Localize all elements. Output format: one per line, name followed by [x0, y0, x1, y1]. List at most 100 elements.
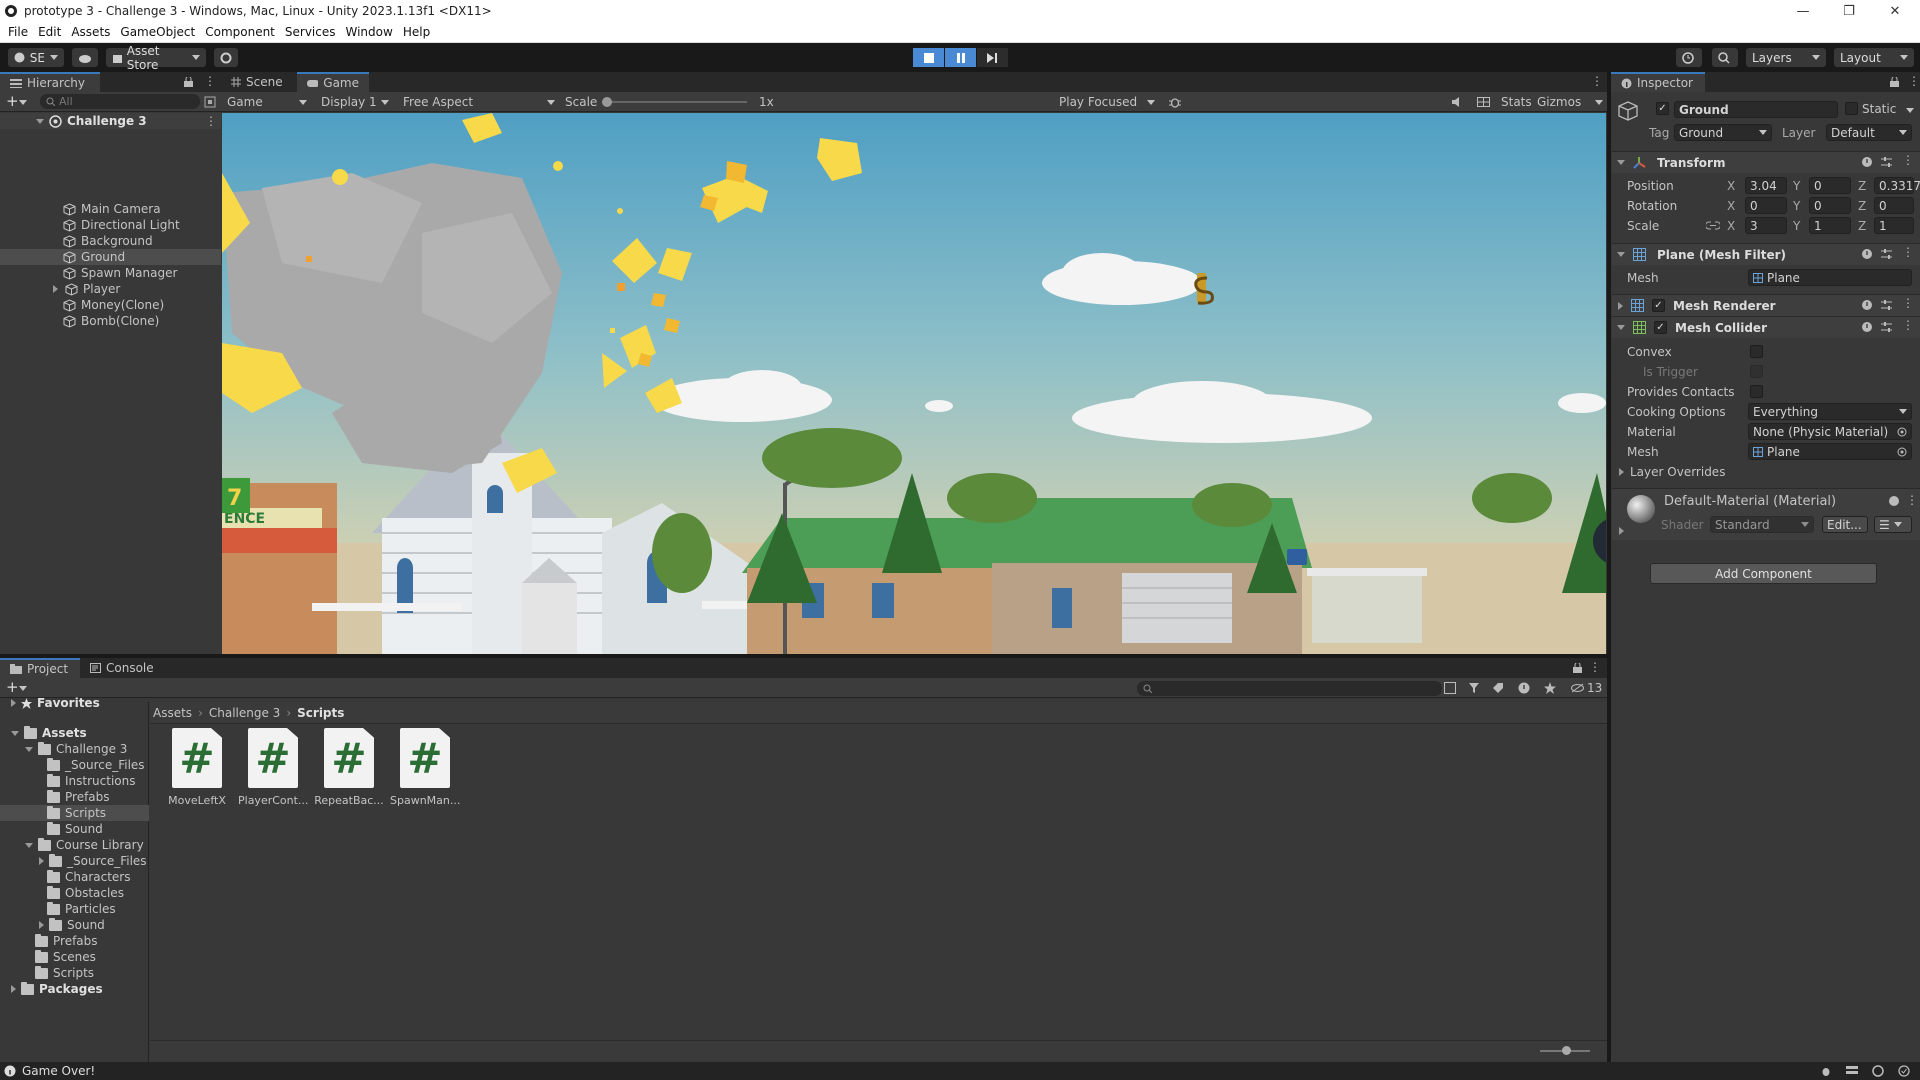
shader-options-button[interactable]: ☰ — [1874, 516, 1912, 533]
expand-arrow-icon[interactable] — [53, 285, 58, 293]
scale-x-field[interactable]: 3 — [1745, 217, 1787, 234]
object-name-field[interactable]: Ground — [1674, 101, 1838, 118]
tab-scene[interactable]: Scene — [221, 72, 297, 92]
menu-services[interactable]: Services — [285, 25, 336, 39]
hierarchy-item[interactable]: Directional Light — [0, 217, 221, 233]
component-kebab-icon[interactable]: ⋮ — [1902, 318, 1914, 332]
material-kebab-icon[interactable]: ⋮ — [1906, 493, 1918, 507]
hidden-packages-icon[interactable] — [1571, 683, 1584, 693]
hierarchy-item[interactable]: Background — [0, 233, 221, 249]
hierarchy-item[interactable]: Spawn Manager — [0, 265, 221, 281]
gizmos-button[interactable]: Gizmos — [1537, 95, 1581, 109]
menu-help[interactable]: Help — [403, 25, 430, 39]
filter-by-label-icon[interactable] — [1468, 682, 1480, 694]
breadcrumb-scripts[interactable]: Scripts — [297, 706, 344, 720]
project-tree-item[interactable]: Sound — [0, 821, 149, 837]
mesh-renderer-header[interactable]: ✓ Mesh Renderer — [1612, 294, 1920, 316]
tab-inspector[interactable]: Inspector — [1611, 72, 1705, 92]
project-tree-item[interactable]: Course Library — [0, 837, 149, 853]
expand-arrow-icon[interactable] — [25, 746, 33, 752]
project-kebab-icon[interactable]: ⋮ — [1589, 660, 1601, 674]
project-tree-item[interactable]: Favorites — [0, 695, 149, 711]
hierarchy-item[interactable]: Money(Clone) — [0, 297, 221, 313]
help-icon[interactable] — [1889, 496, 1899, 506]
component-kebab-icon[interactable]: ⋮ — [1902, 153, 1914, 167]
scale-slider-thumb[interactable] — [602, 97, 612, 107]
aspect-dropdown[interactable]: Free Aspect — [399, 94, 559, 110]
game-kebab-icon[interactable]: ⋮ — [1591, 74, 1603, 88]
mesh-collider-checkbox[interactable]: ✓ — [1654, 321, 1667, 334]
play-button[interactable] — [913, 48, 944, 67]
project-tree-item[interactable]: Sound — [0, 917, 149, 933]
physic-material-field[interactable]: None (Physic Material) — [1748, 423, 1912, 440]
tab-hierarchy[interactable]: Hierarchy — [0, 72, 100, 92]
hierarchy-item[interactable]: Ground — [0, 249, 221, 265]
tag-icon[interactable] — [1492, 682, 1504, 694]
play-focus-dropdown[interactable]: Play Focused — [1055, 94, 1159, 110]
scale-z-field[interactable]: 1 — [1874, 217, 1914, 234]
search-button[interactable] — [1712, 48, 1738, 67]
project-tree-item[interactable]: Particles — [0, 901, 149, 917]
project-tree-item[interactable]: _Source_Files — [0, 757, 149, 773]
cloud-button[interactable] — [72, 48, 98, 67]
help-icon[interactable] — [1862, 322, 1872, 332]
tab-console[interactable]: Console — [80, 658, 166, 678]
expand-arrow-icon[interactable] — [11, 699, 16, 707]
minimize-icon[interactable]: — — [1780, 0, 1826, 22]
cooking-options-dropdown[interactable]: Everything — [1748, 403, 1912, 420]
favorite-star-icon[interactable] — [1544, 682, 1556, 694]
create-asset-plus-icon[interactable]: + — [6, 678, 19, 696]
project-tree-item[interactable]: Obstacles — [0, 885, 149, 901]
help-icon[interactable] — [1862, 249, 1872, 259]
scale-y-field[interactable]: 1 — [1809, 217, 1851, 234]
component-kebab-icon[interactable]: ⋮ — [1902, 296, 1914, 310]
layers-dropdown[interactable]: Layers — [1746, 48, 1826, 67]
mesh-renderer-checkbox[interactable]: ✓ — [1652, 299, 1665, 312]
presets-sliders-icon[interactable] — [1881, 157, 1892, 167]
hierarchy-item[interactable]: Bomb(Clone) — [0, 313, 221, 329]
object-picker-icon[interactable] — [1897, 447, 1907, 457]
layer-overrides-foldout[interactable]: Layer Overrides — [1619, 465, 1725, 479]
create-plus-icon[interactable]: + — [6, 92, 19, 110]
layout-dropdown[interactable]: Layout — [1834, 48, 1914, 67]
project-tree-item[interactable]: Assets — [0, 725, 149, 741]
rotation-y-field[interactable]: 0 — [1809, 197, 1851, 214]
lock-icon[interactable] — [184, 77, 193, 87]
edit-shader-button[interactable]: Edit... — [1822, 516, 1868, 533]
status-message[interactable]: Game Over! — [22, 1064, 95, 1078]
checkmark-circle-icon[interactable] — [1898, 1065, 1910, 1077]
collider-mesh-field[interactable]: Plane — [1748, 443, 1912, 460]
tab-project[interactable]: Project — [0, 658, 80, 678]
component-kebab-icon[interactable]: ⋮ — [1902, 245, 1914, 259]
close-icon[interactable]: ✕ — [1872, 0, 1918, 22]
help-icon[interactable] — [1862, 157, 1872, 167]
mesh-filter-header[interactable]: Plane (Mesh Filter) — [1612, 243, 1920, 265]
project-tree-item[interactable]: Instructions — [0, 773, 149, 789]
warning-filter-icon[interactable] — [1518, 682, 1530, 694]
breadcrumb-assets[interactable]: Assets — [153, 706, 192, 720]
asset-store-button[interactable]: Asset Store — [106, 44, 206, 72]
project-tree-item[interactable]: _Source_Files — [0, 853, 149, 869]
lock-icon[interactable] — [1573, 663, 1582, 673]
project-tree-item[interactable]: Prefabs — [0, 933, 149, 949]
project-tree-item[interactable]: Scenes — [0, 949, 149, 965]
expand-arrow-icon[interactable] — [25, 842, 33, 848]
kebab-menu-icon[interactable]: ⋮ — [204, 74, 216, 88]
toolbar-grid-icon[interactable] — [1477, 97, 1490, 107]
menu-assets[interactable]: Assets — [71, 25, 110, 39]
search-by-type-icon[interactable] — [1444, 682, 1456, 694]
scene-visibility-icon[interactable] — [204, 96, 216, 108]
script-asset[interactable]: # RepeatBac... — [314, 728, 384, 807]
script-asset[interactable]: # MoveLeftX — [162, 728, 232, 807]
project-tree-item[interactable]: Packages — [0, 981, 149, 997]
bug-icon[interactable] — [1169, 96, 1181, 108]
rotation-z-field[interactable]: 0 — [1874, 197, 1914, 214]
lock-icon[interactable] — [1890, 77, 1899, 87]
position-z-field[interactable]: 0.3317 — [1874, 177, 1920, 194]
static-checkbox[interactable] — [1845, 102, 1858, 115]
game-render[interactable]: ENCE 7 — [222, 113, 1606, 654]
menu-component[interactable]: Component — [205, 25, 275, 39]
mesh-collider-header[interactable]: ✓ Mesh Collider — [1612, 316, 1920, 338]
mesh-filter-field[interactable]: Plane — [1748, 269, 1912, 286]
project-tree-item[interactable]: Scripts — [0, 965, 149, 981]
